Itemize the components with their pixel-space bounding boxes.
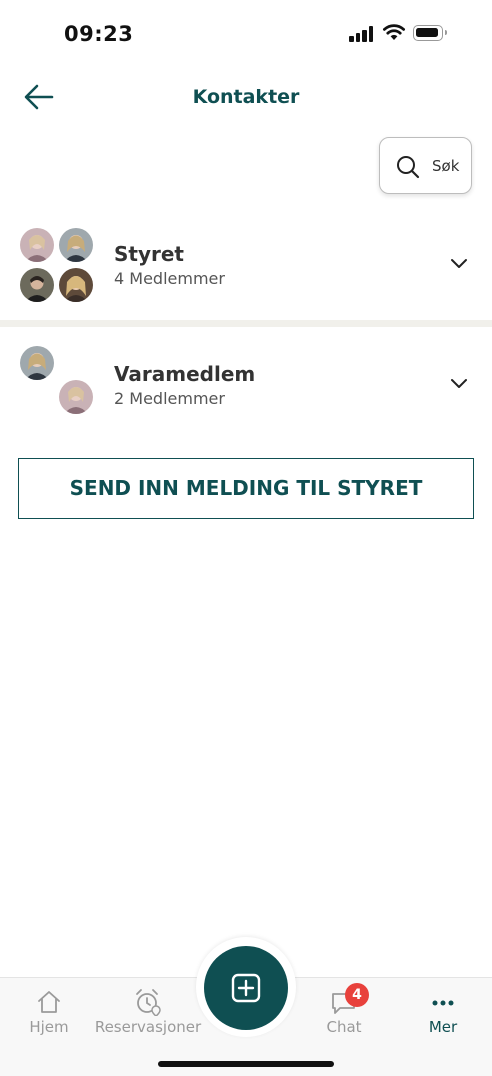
battery-icon	[413, 25, 447, 41]
wifi-icon	[383, 24, 405, 40]
cellular-signal-icon	[349, 26, 375, 42]
plus-square-icon	[231, 973, 261, 1003]
chevron-down-icon[interactable]	[450, 378, 468, 390]
home-indicator	[158, 1061, 334, 1067]
avatar	[20, 268, 54, 302]
nav-item-chat[interactable]: Chat	[309, 978, 379, 1048]
section-divider	[0, 320, 492, 327]
nav-item-hjem[interactable]: Hjem	[14, 978, 84, 1048]
nav-item-mer[interactable]: Mer	[408, 978, 478, 1048]
group-member-count: 4 Medlemmer	[114, 269, 225, 288]
search-button[interactable]: Søk	[379, 137, 472, 194]
nav-label: Reservasjoner	[94, 1018, 202, 1036]
group-name: Varamedlem	[114, 362, 256, 386]
home-icon	[38, 991, 60, 1013]
group-row-styret[interactable]: Styret 4 Medlemmer	[0, 222, 492, 314]
nav-label: Chat	[326, 1018, 362, 1036]
alarm-clock-icon	[136, 989, 161, 1016]
avatar	[59, 228, 93, 262]
send-message-to-board-button[interactable]: SEND INN MELDING TIL STYRET	[18, 458, 474, 519]
chat-badge: 4	[345, 983, 369, 1007]
add-button[interactable]	[204, 946, 288, 1030]
status-time: 09:23	[64, 22, 134, 46]
more-dots-icon	[432, 1000, 454, 1006]
page-title: Kontakter	[192, 86, 300, 108]
nav-item-reservasjoner[interactable]: Reservasjoner	[94, 978, 202, 1048]
group-row-varamedlem[interactable]: Varamedlem 2 Medlemmer	[0, 342, 492, 422]
search-icon	[397, 156, 420, 179]
search-label: Søk	[432, 157, 460, 175]
avatar	[59, 380, 93, 414]
avatar	[20, 228, 54, 262]
group-name: Styret	[114, 242, 184, 266]
chevron-down-icon[interactable]	[450, 258, 468, 270]
nav-label: Mer	[428, 1018, 458, 1036]
nav-label: Hjem	[29, 1018, 69, 1036]
group-member-count: 2 Medlemmer	[114, 389, 225, 408]
avatar	[20, 346, 54, 380]
avatar	[59, 268, 93, 302]
status-bar: 09:23	[0, 0, 492, 60]
